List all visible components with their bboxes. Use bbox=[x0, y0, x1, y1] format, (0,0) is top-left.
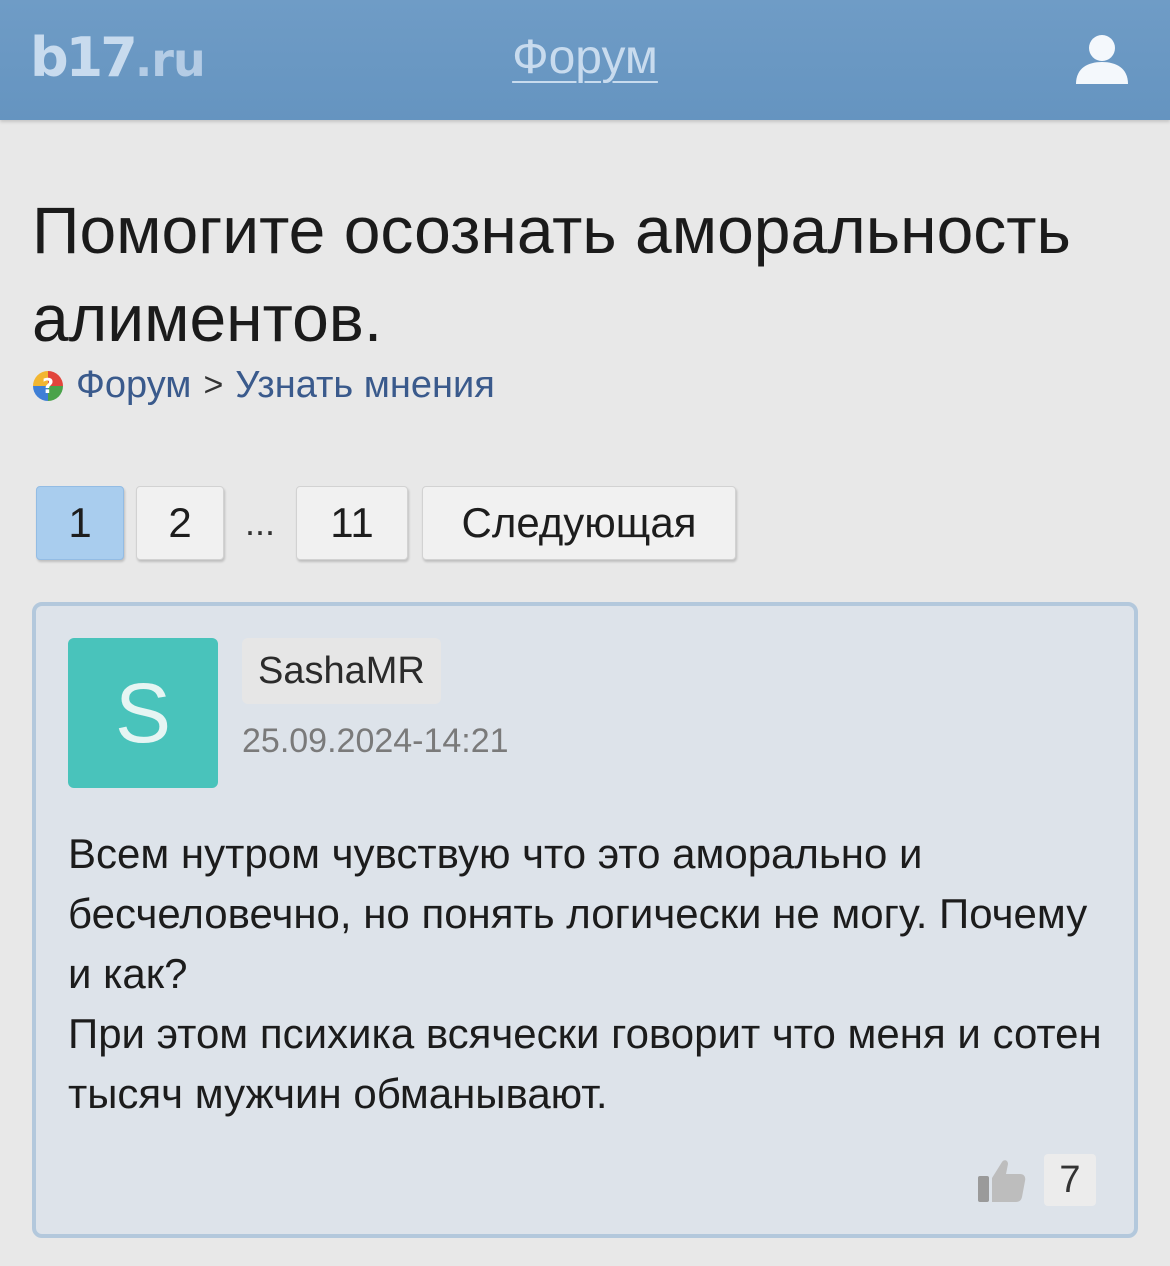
post-date: 25.09.2024-14:21 bbox=[242, 722, 509, 760]
page-11-button[interactable]: 11 bbox=[296, 486, 408, 560]
pagination-ellipsis: ... bbox=[244, 502, 275, 543]
next-page-button[interactable]: Следующая bbox=[422, 486, 736, 560]
question-icon: ? bbox=[33, 370, 63, 401]
avatar[interactable]: S bbox=[68, 638, 218, 788]
like-count: 7 bbox=[1044, 1154, 1096, 1206]
author-name[interactable]: SashaMR bbox=[242, 638, 441, 704]
breadcrumb-separator: > bbox=[203, 366, 224, 404]
page-2-button[interactable]: 2 bbox=[136, 486, 224, 560]
thumbs-up-icon[interactable] bbox=[976, 1154, 1028, 1206]
forum-link[interactable]: Форум bbox=[0, 30, 1170, 85]
page-title: Помогите осознать аморальность алиментов… bbox=[32, 193, 1071, 355]
pagination: 1 2 ... 11 Следующая bbox=[36, 486, 736, 560]
svg-text:?: ? bbox=[42, 374, 54, 398]
top-bar: b17 .ru Форум bbox=[0, 0, 1170, 120]
user-icon[interactable] bbox=[1074, 32, 1130, 88]
breadcrumb-forum[interactable]: Форум bbox=[76, 364, 191, 407]
post-body: Всем нутром чувствую что это аморально и… bbox=[68, 824, 1118, 1124]
breadcrumb: ? Форум > Узнать мнения bbox=[32, 364, 495, 407]
page-1-button[interactable]: 1 bbox=[36, 486, 124, 560]
breadcrumb-opinions[interactable]: Узнать мнения bbox=[235, 364, 495, 407]
post-card: S SashaMR 25.09.2024-14:21 Всем нутром ч… bbox=[32, 602, 1138, 1238]
post-paragraph: Всем нутром чувствую что это аморально и… bbox=[68, 830, 1088, 997]
post-paragraph: При этом психика всячески говорит что ме… bbox=[68, 1010, 1102, 1117]
